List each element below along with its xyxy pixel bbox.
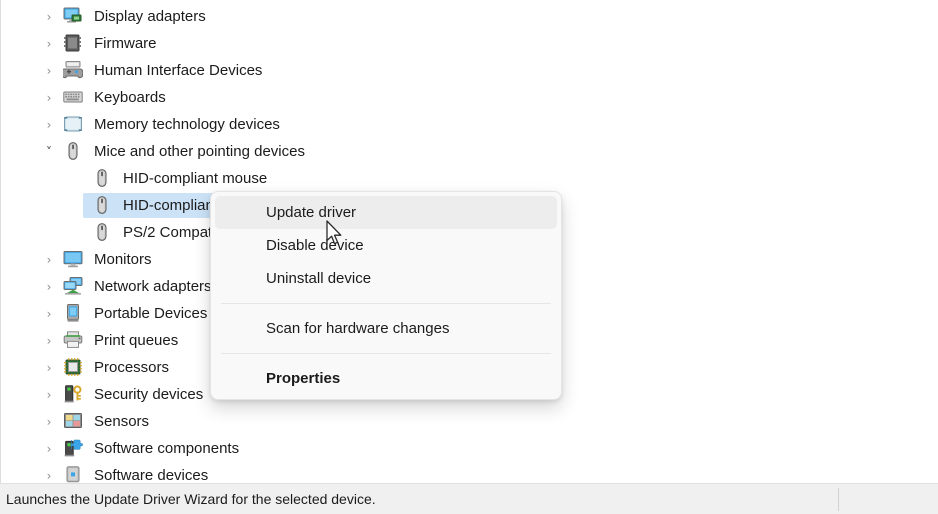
tree-item[interactable]: ˅ Mice and other pointing devices	[1, 138, 938, 165]
chevron-right-icon[interactable]: ›	[41, 327, 57, 354]
tree-item-label: Display adapters	[94, 8, 206, 25]
network-adapter-icon	[63, 276, 83, 296]
tree-item-label: Memory technology devices	[94, 116, 280, 133]
tree-item[interactable]: › Keyboards	[1, 84, 938, 111]
portable-device-icon	[63, 303, 83, 323]
chevron-right-icon[interactable]: ›	[41, 111, 57, 138]
menu-item-scan-for-hardware-changes[interactable]: Scan for hardware changes	[215, 312, 557, 345]
chevron-right-icon[interactable]: ›	[41, 273, 57, 300]
chevron-right-icon[interactable]: ›	[41, 3, 57, 30]
menu-item-properties[interactable]: Properties	[215, 362, 557, 395]
tree-item-label: HID-compliant mouse	[123, 170, 268, 187]
security-device-icon	[63, 384, 83, 404]
tree-item-label: Portable Devices	[94, 305, 208, 322]
menu-separator	[221, 353, 551, 354]
chevron-right-icon[interactable]: ›	[41, 408, 57, 435]
tree-item-label: Mice and other pointing devices	[94, 143, 305, 160]
chevron-right-icon[interactable]: ›	[41, 435, 57, 462]
tree-item-label: Keyboards	[94, 89, 166, 106]
display-adapter-icon	[63, 6, 83, 26]
tree-item[interactable]: › Display adapters	[1, 3, 938, 30]
tree-item[interactable]: › Memory technology devices	[1, 111, 938, 138]
printer-icon	[63, 330, 83, 350]
tree-item[interactable]: › Firmware	[1, 30, 938, 57]
tree-item[interactable]: HID-compliant mouse	[1, 165, 938, 192]
tree-item-label: Human Interface Devices	[94, 62, 263, 79]
hid-gamepad-icon	[61, 60, 84, 80]
tree-item-label: Software devices	[94, 467, 209, 483]
menu-item-disable-device[interactable]: Disable device	[215, 229, 557, 262]
tree-item[interactable]: › Software components	[1, 435, 938, 462]
chevron-right-icon[interactable]: ›	[41, 57, 57, 84]
menu-item-update-driver[interactable]: Update driver	[215, 196, 557, 229]
menu-item-uninstall-device[interactable]: Uninstall device	[215, 262, 557, 295]
tree-item-label: Print queues	[94, 332, 179, 349]
tree-item-label: Security devices	[94, 386, 204, 403]
tree-item-label: Software components	[94, 440, 240, 457]
tree-item-selection-band	[54, 409, 274, 434]
chevron-right-icon[interactable]: ›	[41, 246, 57, 273]
tree-item[interactable]: › Sensors	[1, 408, 938, 435]
tree-item-selection-band	[54, 31, 274, 56]
device-context-menu[interactable]: Update driver Disable device Uninstall dev…	[210, 191, 562, 400]
menu-separator	[221, 303, 551, 304]
memory-card-icon	[63, 114, 83, 134]
chevron-right-icon[interactable]: ›	[41, 84, 57, 111]
status-bar: Launches the Update Driver Wizard for th…	[0, 483, 938, 514]
tree-item[interactable]: › Software devices	[1, 462, 938, 483]
tree-item-label: Network adapters	[94, 278, 212, 295]
tree-item[interactable]: › Human Interface Devices	[1, 57, 938, 84]
tree-item-label: Monitors	[94, 251, 152, 268]
chevron-right-icon[interactable]: ›	[41, 462, 57, 483]
status-bar-text: Launches the Update Driver Wizard for th…	[6, 491, 376, 507]
software-component-icon	[63, 438, 83, 458]
tree-item-label: Sensors	[94, 413, 150, 430]
status-bar-divider	[838, 488, 839, 511]
chevron-right-icon[interactable]: ›	[41, 354, 57, 381]
firmware-chip-icon	[63, 33, 83, 53]
tree-item-label: Processors	[94, 359, 170, 376]
mouse-icon	[63, 141, 83, 161]
chevron-right-icon[interactable]: ›	[41, 300, 57, 327]
keyboard-icon	[63, 87, 83, 107]
mouse-icon	[92, 222, 112, 242]
chevron-down-icon[interactable]: ˅	[41, 138, 57, 165]
processor-icon	[63, 357, 83, 377]
chevron-right-icon[interactable]: ›	[41, 381, 57, 408]
sensors-icon	[63, 411, 83, 431]
chevron-right-icon[interactable]: ›	[41, 30, 57, 57]
monitor-icon	[63, 249, 83, 269]
mouse-icon	[92, 195, 112, 215]
mouse-icon	[92, 168, 112, 188]
tree-item-label: Firmware	[94, 35, 157, 52]
software-device-icon	[63, 465, 83, 483]
